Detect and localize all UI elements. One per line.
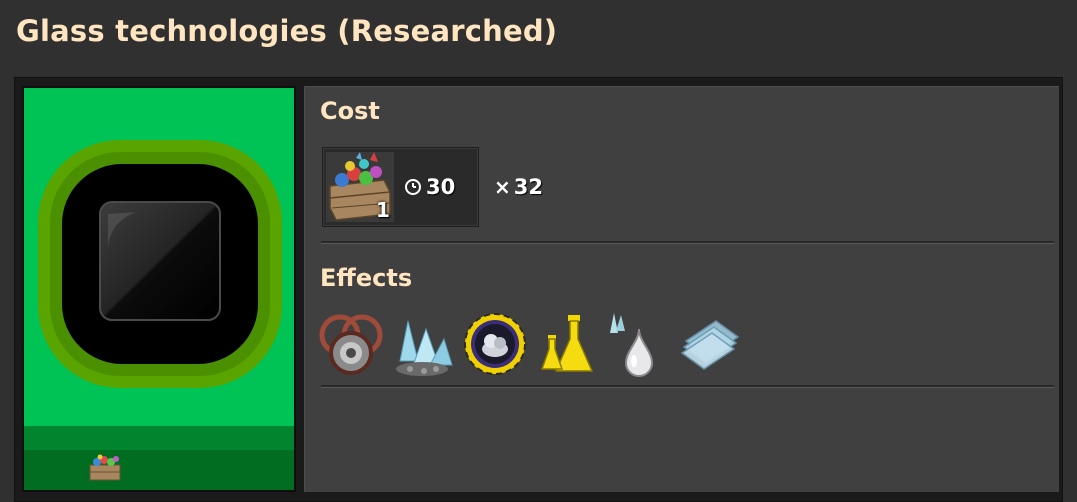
section-divider xyxy=(321,241,1054,244)
glass-plates-icon xyxy=(680,320,740,370)
multiply-icon: × xyxy=(494,175,511,199)
icon-panel-band xyxy=(24,426,294,452)
effect-item[interactable] xyxy=(462,311,528,377)
effect-item[interactable] xyxy=(606,311,672,377)
glass-technology-icon xyxy=(38,140,282,388)
clock-icon xyxy=(405,179,421,195)
time-value: 30 xyxy=(426,175,456,199)
glass-flask-icon xyxy=(540,315,594,372)
effect-item[interactable] xyxy=(534,311,600,377)
technology-icon-panel[interactable] xyxy=(22,86,296,492)
multiplier-value: 32 xyxy=(513,175,543,199)
effect-item[interactable] xyxy=(678,311,744,377)
icon-panel-footer xyxy=(24,450,294,490)
research-count: × 32 xyxy=(494,175,543,199)
cost-heading: Cost xyxy=(320,97,380,125)
effects-heading: Effects xyxy=(320,264,413,292)
cost-ingredient-count: 1 xyxy=(376,198,390,222)
effect-item[interactable] xyxy=(318,311,384,377)
technology-window: Glass technologies (Researched) Cost 1 3… xyxy=(0,0,1077,502)
section-divider xyxy=(321,385,1054,388)
rings-recipe-icon xyxy=(319,314,383,375)
effect-item[interactable] xyxy=(390,311,456,377)
molten-glass-drop-icon xyxy=(610,313,654,377)
quartz-ore-gear-icon xyxy=(464,313,526,375)
science-pack-crate-icon xyxy=(89,454,121,481)
window-title: Glass technologies (Researched) xyxy=(16,14,558,48)
research-time: 30 xyxy=(404,175,455,199)
quartz-crystal-icon xyxy=(396,320,453,376)
